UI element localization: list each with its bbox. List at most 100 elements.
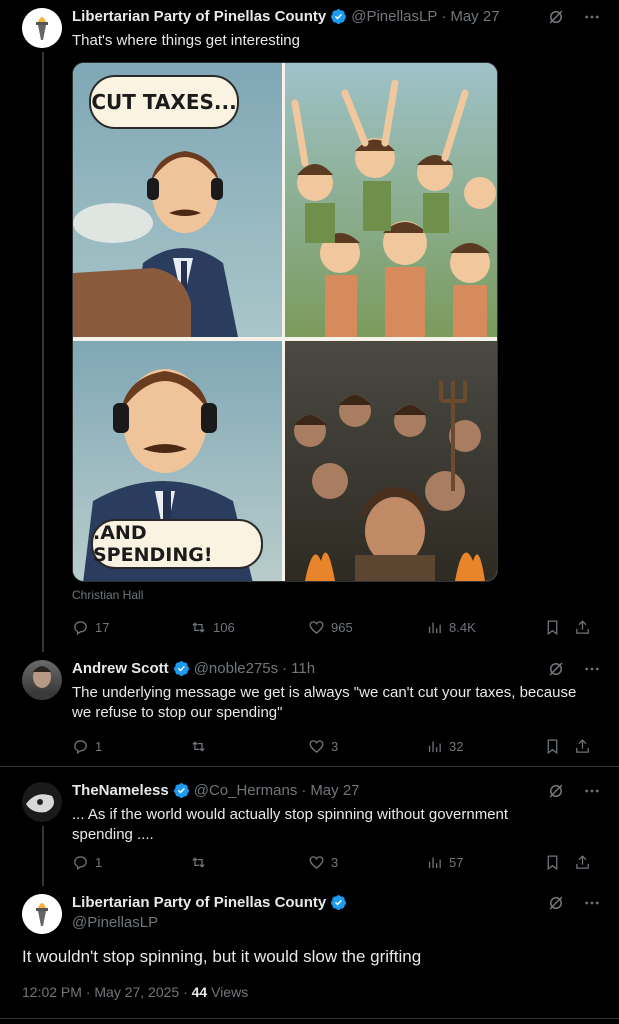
- avatar[interactable]: [22, 894, 62, 934]
- display-name[interactable]: TheNameless: [72, 782, 169, 799]
- handle[interactable]: @PinellasLP: [72, 914, 158, 931]
- handle[interactable]: @Co_Hermans: [194, 782, 298, 799]
- panel-gutter-horizontal: [73, 337, 497, 341]
- profile-photo-icon: [26, 666, 58, 700]
- repost-icon: [192, 621, 205, 633]
- repost-icon: [192, 740, 205, 752]
- avatar[interactable]: [22, 660, 62, 700]
- reply-icon: [74, 620, 87, 635]
- comic-panel-1: CUT TAXES...: [73, 63, 282, 337]
- timestamp[interactable]: May 27: [310, 782, 359, 799]
- tweet-top-icons: [547, 894, 601, 912]
- like-button[interactable]: 3: [308, 738, 426, 755]
- views-count: 44: [191, 984, 208, 1000]
- handle[interactable]: @PinellasLP: [351, 8, 437, 25]
- more-options-icon[interactable]: [583, 660, 601, 678]
- tweet-text: ... As if the world would actually stop …: [72, 805, 602, 845]
- separator-dot: ·: [301, 782, 307, 799]
- tweet-top-icons: [547, 8, 601, 26]
- bookmark-icon: [547, 619, 558, 635]
- reply-icon: [74, 855, 87, 870]
- grok-icon[interactable]: [547, 894, 565, 912]
- grok-icon[interactable]: [547, 8, 565, 26]
- display-name[interactable]: Andrew Scott: [72, 660, 169, 677]
- display-name[interactable]: Libertarian Party of Pinellas County: [72, 894, 326, 911]
- avatar[interactable]: [22, 782, 62, 822]
- image-credit: Christian Hall: [72, 588, 144, 602]
- divider: [0, 766, 619, 767]
- speech-bubble-cut-taxes: CUT TAXES...: [89, 75, 239, 129]
- cheering-crowd-illustration: [291, 79, 496, 337]
- heart-icon: [309, 855, 324, 869]
- speech-bubble-and-spending: .AND SPENDING!: [91, 519, 263, 569]
- verified-badge-icon[interactable]: [330, 8, 347, 25]
- reply-icon: [74, 739, 87, 754]
- like-count: 3: [331, 854, 339, 870]
- views-button[interactable]: 32: [426, 738, 544, 755]
- repost-button[interactable]: [190, 854, 308, 871]
- thread-line: [42, 52, 44, 652]
- angry-mob-illustration: [294, 381, 485, 581]
- tweet-text-line: The underlying message we get is always …: [72, 684, 577, 701]
- timestamp[interactable]: May 27: [450, 8, 499, 25]
- tweet-text-line: ... As if the world would actually stop …: [72, 806, 509, 823]
- views-button[interactable]: 8.4K: [426, 619, 544, 636]
- reply-count: 17: [95, 619, 110, 635]
- reply-button[interactable]: 17: [72, 619, 190, 636]
- tweet-actions: 17 106 965 8.4K: [72, 616, 600, 638]
- timestamp[interactable]: 11h: [291, 660, 315, 677]
- repost-icon: [192, 856, 205, 868]
- tweet-text-line: spending ....: [72, 826, 154, 843]
- share-icon: [576, 619, 589, 634]
- heart-icon: [309, 620, 324, 634]
- repost-count: 106: [213, 619, 235, 635]
- tweet-4-focused[interactable]: Libertarian Party of Pinellas County @Pi…: [0, 886, 619, 1024]
- views-icon: [428, 857, 441, 868]
- like-button[interactable]: 965: [308, 619, 426, 636]
- verified-badge-icon[interactable]: [173, 660, 190, 677]
- grok-icon[interactable]: [547, 782, 565, 800]
- like-count: 965: [331, 619, 353, 635]
- repost-button[interactable]: [190, 738, 308, 755]
- verified-badge-icon[interactable]: [173, 782, 190, 799]
- post-timestamp[interactable]: 12:02 PM · May 27, 2025 ·: [22, 984, 192, 1000]
- reply-button[interactable]: 1: [72, 738, 190, 755]
- tweet-text-line: we refuse to stop our spending": [72, 704, 283, 721]
- bookmark-button[interactable]: [544, 854, 574, 871]
- display-name[interactable]: Libertarian Party of Pinellas County: [72, 8, 326, 25]
- share-button[interactable]: [574, 854, 600, 871]
- grok-icon[interactable]: [547, 660, 565, 678]
- bookmark-button[interactable]: [544, 738, 574, 755]
- comic-image[interactable]: CUT TAXES... .AND SPENDING!: [72, 62, 498, 582]
- share-button[interactable]: [574, 738, 600, 755]
- separator-dot: ·: [441, 8, 447, 25]
- separator-dot: ·: [282, 660, 288, 677]
- tweet-text: The underlying message we get is always …: [72, 683, 612, 723]
- divider: [0, 1018, 619, 1019]
- tweet-header: Andrew Scott @noble275s · 11h: [72, 660, 315, 677]
- comic-panel-2: [285, 63, 497, 337]
- tweet-1[interactable]: Libertarian Party of Pinellas County @Pi…: [0, 0, 619, 652]
- tweet-header: Libertarian Party of Pinellas County @Pi…: [72, 8, 500, 25]
- panel-gutter-vertical: [282, 63, 285, 581]
- view-count: 8.4K: [449, 619, 476, 635]
- repost-button[interactable]: 106: [190, 619, 308, 636]
- views-label: Views: [211, 984, 249, 1000]
- share-button[interactable]: [574, 619, 600, 636]
- tweet-3[interactable]: TheNameless @Co_Hermans · May 27 ... As …: [0, 774, 619, 886]
- reply-button[interactable]: 1: [72, 854, 190, 871]
- more-options-icon[interactable]: [583, 894, 601, 912]
- more-options-icon[interactable]: [583, 8, 601, 26]
- like-button[interactable]: 3: [308, 854, 426, 871]
- tweet-2[interactable]: Andrew Scott @noble275s · 11h The underl…: [0, 652, 619, 766]
- reply-count: 1: [95, 854, 103, 870]
- bookmark-button[interactable]: [544, 619, 574, 636]
- avatar[interactable]: [22, 8, 62, 48]
- tweet-header: Libertarian Party of Pinellas County: [72, 894, 351, 911]
- thread-line: [42, 826, 44, 886]
- profile-photo-icon: [22, 782, 62, 822]
- verified-badge-icon[interactable]: [330, 894, 347, 911]
- views-button[interactable]: 57: [426, 854, 544, 871]
- more-options-icon[interactable]: [583, 782, 601, 800]
- handle[interactable]: @noble275s: [194, 660, 278, 677]
